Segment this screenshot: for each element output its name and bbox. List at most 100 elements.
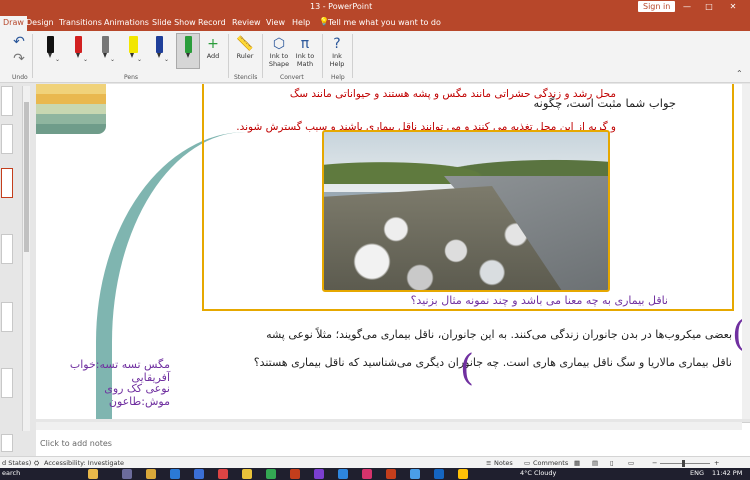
tab-record[interactable]: Record [198,18,226,27]
chevron-down-icon[interactable]: ⌄ [164,56,169,63]
redo-button[interactable]: ↷ [12,51,26,67]
question-text-purple[interactable]: ناقل بیماری به چه معنا می باشد و چند نمو… [328,294,668,307]
app-icon[interactable] [242,469,252,479]
horizontal-scrollbar[interactable] [36,422,742,430]
ribbon-separator [322,34,323,78]
example-text-1[interactable]: مگس تسه تسه:خواب آفریقایی [46,358,170,384]
tab-slide-show[interactable]: Slide Show [152,18,196,27]
pen-green-selected[interactable] [176,33,200,69]
ink-to-shape-button[interactable]: ⬡ Ink to Shape [266,36,292,68]
pen-tip [186,53,190,58]
chevron-up-icon[interactable]: ⌃ [736,69,743,78]
comments-button[interactable]: Comments [533,459,568,467]
slide-thumbnail[interactable] [1,124,13,154]
tab-draw[interactable]: Draw [0,16,27,31]
slide-thumbnail[interactable] [1,368,13,398]
close-button[interactable]: ✕ [724,0,742,14]
slide-thumbnail[interactable] [1,86,13,116]
tab-help[interactable]: Help [292,18,310,27]
thumbnail-scrollbar[interactable] [22,86,30,431]
ribbon-separator [228,34,229,78]
tab-design[interactable]: Design [26,18,54,27]
add-pen-button[interactable]: + Add [203,36,223,60]
slide-thumbnail[interactable] [1,302,13,332]
group-label-stencils: Stencils [234,74,258,81]
widgets-icon[interactable] [88,469,98,479]
example-text-2[interactable]: نوعی کک روی موش:طاعون [46,382,170,408]
powerpoint-icon[interactable] [290,469,300,479]
notes-placeholder[interactable]: Click to add notes [40,439,112,448]
app-icon[interactable] [410,469,420,479]
zoom-slider[interactable] [660,463,710,464]
chevron-down-icon[interactable]: ⌄ [55,56,60,63]
slide-sorter-icon[interactable]: ▤ [592,459,598,467]
tab-view[interactable]: View [266,18,285,27]
ink-help-label: Ink Help [329,52,345,68]
language-status[interactable]: d States) [2,459,31,467]
slide-thumbnail-selected[interactable] [1,168,13,198]
clock[interactable]: 11:42 PM [712,469,742,477]
question-text-black[interactable]: جواب شما مثبت است، چگونه [416,96,676,110]
app-icon[interactable] [218,469,228,479]
group-label-convert: Convert [280,74,304,81]
chevron-down-icon[interactable]: ⌄ [83,56,88,63]
undo-button[interactable]: ↶ [12,34,26,50]
pen-tip [130,53,134,58]
shapes-icon: ⬡ [272,36,286,52]
question-icon: ? [333,36,341,52]
app-icon[interactable] [458,469,468,479]
slide-scrollbar[interactable] [742,84,750,419]
maximize-button[interactable]: □ [700,0,718,14]
pen-icon [47,36,54,53]
thumbnail-pane [0,84,36,458]
reading-view-icon[interactable]: ▯ [610,459,614,467]
weather-widget[interactable]: 4°C Cloudy [520,469,556,477]
normal-view-icon[interactable]: ▦ [574,459,580,467]
zoom-slider-thumb[interactable] [682,460,685,467]
redo-icon: ↷ [13,51,25,67]
body-text-line1[interactable]: بعضی میکروب‌ها در بدن جانوران زندگی می‌ک… [202,328,732,341]
minimize-button[interactable]: — [678,0,696,14]
chevron-down-icon[interactable]: ⌄ [110,56,115,63]
sign-in-button[interactable]: Sign in [638,1,676,12]
status-bar: d States) ⛭ Accessibility: Investigate ≡… [0,456,750,468]
zoom-in-icon[interactable]: + [714,459,719,467]
accessibility-status[interactable]: Accessibility: Investigate [44,459,124,467]
powerpoint-icon[interactable] [386,469,396,479]
app-icon[interactable] [362,469,372,479]
ruler-icon: 📏 [236,36,254,52]
tab-transitions[interactable]: Transitions [59,18,102,27]
ruler-button[interactable]: 📏 Ruler [233,36,257,60]
bracket-annotation: ( [460,348,475,389]
undo-icon: ↶ [13,34,25,50]
tab-animations[interactable]: Animations [104,18,149,27]
file-explorer-icon[interactable] [146,469,156,479]
group-label-pens: Pens [124,74,139,81]
notes-button[interactable]: Notes [494,459,513,467]
chrome-icon[interactable] [266,469,276,479]
app-icon[interactable] [338,469,348,479]
zoom-out-icon[interactable]: − [652,459,657,467]
slideshow-icon[interactable]: ▭ [628,459,634,467]
ink-to-math-button[interactable]: π Ink to Math [292,36,318,68]
app-icon[interactable] [314,469,324,479]
group-label-help: Help [331,74,345,81]
edge-icon[interactable] [170,469,180,479]
slide-thumbnail[interactable] [1,434,13,452]
scrollbar-thumb[interactable] [24,102,29,252]
tell-me-search[interactable]: Tell me what you want to do [328,18,441,27]
task-view-icon[interactable] [122,469,132,479]
pencil-icon [102,36,109,53]
slide-thumbnail[interactable] [1,234,13,264]
store-icon[interactable] [194,469,204,479]
garbage-roadside-photo[interactable] [322,130,610,292]
word-icon[interactable] [434,469,444,479]
taskbar-search[interactable]: earch [2,469,20,477]
ink-help-button[interactable]: ? Ink Help [326,36,348,68]
tab-review[interactable]: Review [232,18,261,27]
ribbon-separator [352,34,353,78]
input-language[interactable]: ENG [690,469,704,477]
ink-to-math-label: Ink to Math [295,52,315,68]
chevron-down-icon[interactable]: ⌄ [137,56,142,63]
slide-canvas[interactable]: محل رشد و زندگی حشراتی مانند مگس و پشه ه… [36,84,750,419]
